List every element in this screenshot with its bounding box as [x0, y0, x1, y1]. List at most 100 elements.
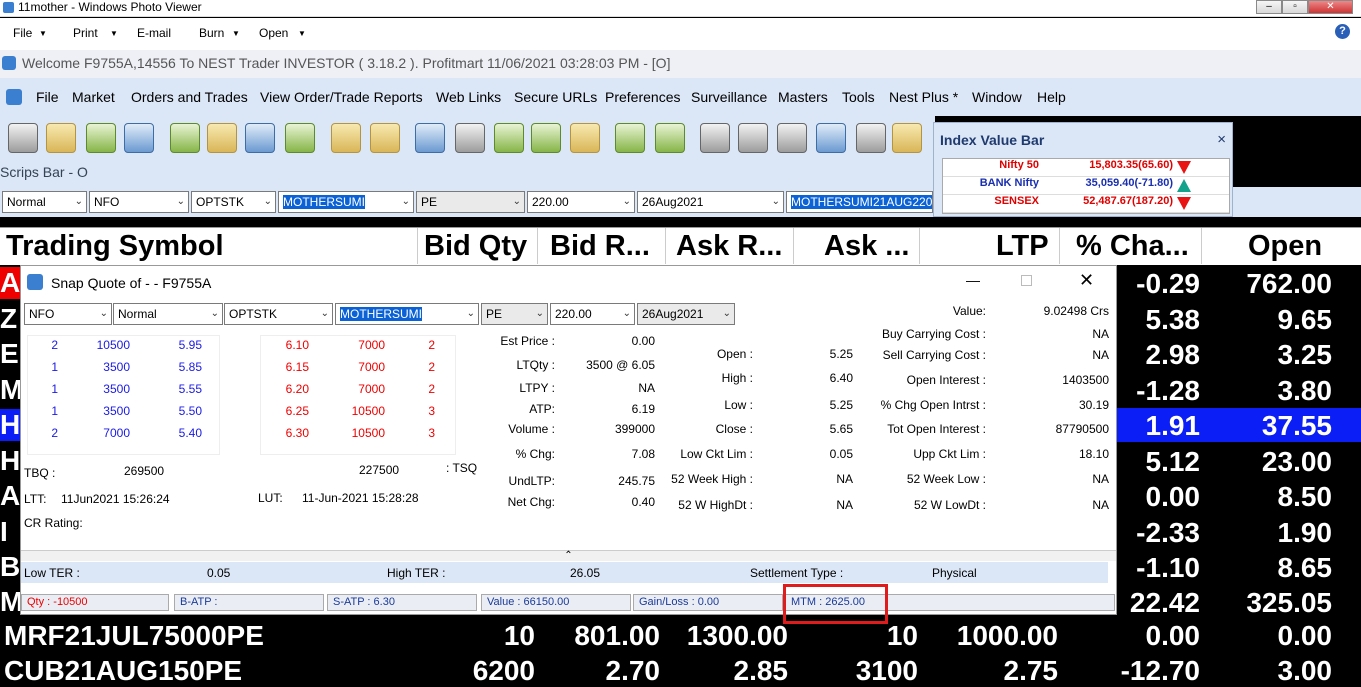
upload-icon[interactable] [655, 123, 685, 153]
login-icon[interactable] [8, 123, 38, 153]
help-icon[interactable]: ? [1335, 24, 1350, 39]
row-symbol-fragment[interactable]: H [0, 409, 21, 441]
bar-chart-icon[interactable] [331, 123, 361, 153]
cart-icon[interactable] [207, 123, 237, 153]
exchange-select[interactable]: NFO ⌄ [89, 191, 189, 213]
menu-secure-urls[interactable]: Secure URLs [514, 89, 597, 105]
menu-open[interactable]: Open [259, 26, 288, 40]
market-type-select[interactable]: Normal ⌄ [2, 191, 87, 213]
search-globe-icon[interactable] [124, 123, 154, 153]
header-open[interactable]: Open [1248, 230, 1322, 263]
instrument-select[interactable]: OPTSTK ⌄ [191, 191, 276, 213]
row-pct-change: -1.10 [1136, 552, 1200, 583]
header-bid-rate[interactable]: Bid R... [550, 230, 650, 263]
menu-email[interactable]: E-mail [137, 26, 171, 40]
menu-web-links[interactable]: Web Links [436, 89, 501, 105]
menu-view-reports[interactable]: View Order/Trade Reports [260, 89, 423, 105]
header-pct-change[interactable]: % Cha... [1076, 230, 1189, 263]
screen-icon[interactable] [777, 123, 807, 153]
bid-orders: 2 [51, 338, 58, 352]
menu-masters[interactable]: Masters [778, 89, 828, 105]
maximize-button[interactable] [1021, 275, 1032, 286]
index-row[interactable]: Nifty 50 15,803.35(65.60) [943, 159, 1229, 177]
users-icon[interactable] [615, 123, 645, 153]
keyboard-icon[interactable] [856, 123, 886, 153]
line-chart-icon[interactable] [738, 123, 768, 153]
market-type-select[interactable]: Normal ⌄ [113, 303, 223, 325]
row-symbol-fragment[interactable]: B [0, 551, 20, 583]
download-icon[interactable] [570, 123, 600, 153]
refresh-icon[interactable] [86, 123, 116, 153]
menu-nest-plus[interactable]: Nest Plus * [889, 89, 958, 105]
expiry-select[interactable]: 26Aug2021 ⌄ [637, 303, 735, 325]
row-trading-symbol[interactable]: MRF21JUL75000PE [4, 620, 264, 652]
index-row[interactable]: SENSEX 52,487.67(187.20) [943, 195, 1229, 213]
collapse-chevron-icon[interactable]: ⌃ [21, 550, 1116, 561]
stat-value: 87790500 [1055, 422, 1109, 436]
row-symbol-fragment[interactable]: E [0, 338, 19, 370]
row-open: 3.25 [1277, 339, 1333, 370]
person-icon[interactable] [816, 123, 846, 153]
option-type-select[interactable]: PE ⌄ [416, 191, 525, 213]
row-symbol-fragment[interactable]: A [0, 267, 21, 299]
row-symbol-fragment[interactable]: Z [0, 303, 17, 335]
histogram-icon[interactable] [700, 123, 730, 153]
menu-file[interactable]: File [13, 26, 32, 40]
strike-select[interactable]: 220.00 ⌄ [527, 191, 635, 213]
user-edit-icon[interactable] [370, 123, 400, 153]
expiry-select[interactable]: 26Aug2021 ⌄ [637, 191, 784, 213]
window-icon[interactable] [455, 123, 485, 153]
menu-tools[interactable]: Tools [842, 89, 875, 105]
minimize-button[interactable]: – [1256, 0, 1282, 14]
calculator-icon[interactable] [892, 123, 922, 153]
index-row[interactable]: BANK Nifty 35,059.40(-71.80) [943, 177, 1229, 195]
instrument-select[interactable]: OPTSTK ⌄ [224, 303, 333, 325]
stat-value: 399000 [614, 422, 655, 436]
menu-burn[interactable]: Burn [199, 26, 224, 40]
header-trading-symbol[interactable]: Trading Symbol [6, 230, 224, 263]
symbol-select[interactable]: MOTHERSUMI ⌄ [335, 303, 479, 325]
header-ltp[interactable]: LTP [996, 230, 1049, 263]
row-symbol-fragment[interactable]: H [0, 445, 20, 477]
menu-window[interactable]: Window [972, 89, 1022, 105]
header-ask-rate[interactable]: Ask R... [676, 230, 782, 263]
row-open: 9.65 [1277, 304, 1333, 335]
option-type-select[interactable]: PE ⌄ [481, 303, 548, 325]
header-bid-qty[interactable]: Bid Qty [424, 230, 527, 263]
monitor-icon[interactable] [415, 123, 445, 153]
menu-file[interactable]: File [36, 89, 59, 105]
row-trading-symbol[interactable]: CUB21AUG150PE [4, 655, 242, 687]
maximize-button[interactable]: ▫ [1282, 0, 1308, 14]
symbol-select[interactable]: MOTHERSUMI ⌄ [278, 191, 414, 213]
header-ask-qty[interactable]: Ask ... [824, 230, 909, 263]
bid-qty: 3500 [103, 404, 130, 418]
menu-market[interactable]: Market [72, 89, 115, 105]
menu-surveillance[interactable]: Surveillance [691, 89, 767, 105]
symbol-select-value: MOTHERSUMI [340, 307, 422, 321]
exchange-select[interactable]: NFO ⌄ [24, 303, 112, 325]
minimize-button[interactable]: — [966, 272, 980, 288]
ask-qty: 7000 [358, 360, 385, 374]
basket-down-icon[interactable] [531, 123, 561, 153]
menu-orders-trades[interactable]: Orders and Trades [131, 89, 248, 105]
settlement-type-value: Physical [932, 566, 977, 580]
menu-help[interactable]: Help [1037, 89, 1066, 105]
menu-print[interactable]: Print [73, 26, 98, 40]
strike-select[interactable]: 220.00 ⌄ [550, 303, 635, 325]
menu-preferences[interactable]: Preferences [605, 89, 680, 105]
order-book-icon[interactable] [245, 123, 275, 153]
stat-value: 9.02498 Crs [1043, 304, 1109, 318]
buy-order-icon[interactable] [170, 123, 200, 153]
ter-bar: Low TER : 0.05 High TER : 26.05 Settleme… [21, 562, 1108, 583]
row-symbol-fragment[interactable]: A [0, 480, 20, 512]
lock-icon[interactable] [46, 123, 76, 153]
basket-icon[interactable] [494, 123, 524, 153]
trade-book-icon[interactable] [285, 123, 315, 153]
close-window-button[interactable]: ✕ [1308, 0, 1353, 14]
close-icon[interactable]: × [1217, 131, 1226, 148]
close-icon[interactable]: ✕ [1079, 270, 1094, 291]
chevron-down-icon: ⌄ [622, 308, 631, 319]
trading-symbol-field[interactable]: MOTHERSUMI21AUG220PE [786, 191, 933, 213]
row-pct-change: 1.91 [1145, 410, 1201, 441]
row-symbol-fragment[interactable]: I [0, 516, 8, 548]
